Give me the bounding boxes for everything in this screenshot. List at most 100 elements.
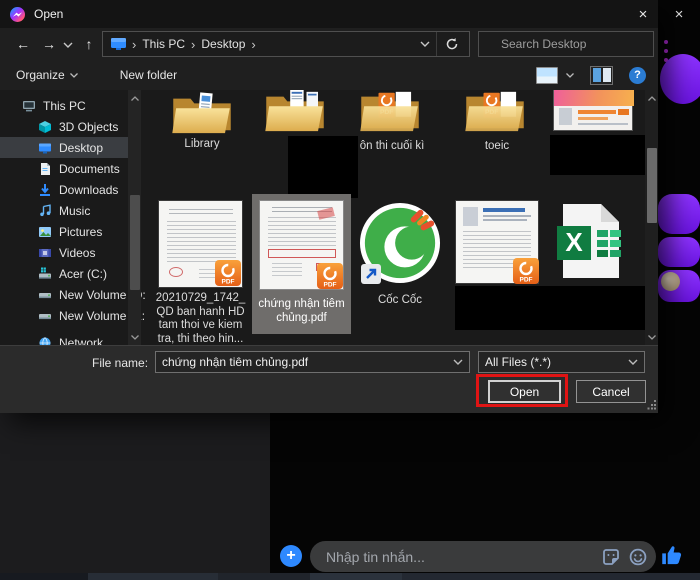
file-name-input[interactable]	[156, 355, 453, 369]
background-bubble	[658, 237, 700, 267]
organize-button[interactable]: Organize	[16, 68, 78, 82]
file-tile-library[interactable]	[170, 90, 234, 136]
messenger-icon	[10, 7, 25, 22]
taskbar-strip	[0, 573, 700, 580]
file-tile-toeic[interactable]: PDF	[463, 90, 527, 134]
drive-icon	[38, 309, 52, 323]
file-type-value: All Files (*.*)	[479, 355, 628, 369]
breadcrumb-desktop[interactable]: Desktop	[201, 37, 245, 51]
sidebar-item-new-volume-d[interactable]: New Volume (D:)	[0, 284, 128, 305]
card-bar	[578, 110, 616, 114]
download-icon	[38, 183, 52, 197]
scroll-down-icon[interactable]	[128, 331, 141, 343]
cancel-button[interactable]: Cancel	[576, 380, 646, 403]
card-line	[578, 123, 628, 125]
file-type-select[interactable]: All Files (*.*)	[478, 351, 645, 373]
chevron-down-icon[interactable]	[453, 359, 463, 365]
desktop-icon	[38, 141, 52, 155]
sticker-icon[interactable]	[602, 548, 620, 566]
sidebar-scrollbar[interactable]	[128, 90, 141, 345]
breadcrumb-this-pc[interactable]: This PC	[142, 37, 185, 51]
file-name-label: File name:	[92, 356, 148, 370]
forward-button[interactable]: →	[38, 31, 60, 57]
folder-icon	[170, 90, 234, 136]
back-button[interactable]: ←	[12, 31, 34, 57]
file-label: ôn thi cuối kì	[342, 140, 442, 154]
scrollbar-thumb[interactable]	[130, 195, 140, 290]
document-icon	[38, 162, 52, 176]
card-bar	[618, 109, 629, 115]
sidebar-item-acer-c[interactable]: Acer (C:)	[0, 263, 128, 284]
file-label: chứng nhận tiêm chủng.pdf	[254, 298, 349, 325]
file-name-field[interactable]	[155, 351, 470, 373]
network-icon	[38, 336, 52, 346]
svg-text:PDF: PDF	[324, 282, 337, 289]
cv-name	[483, 208, 525, 212]
search-input[interactable]	[499, 36, 658, 52]
svg-text:PDF: PDF	[520, 277, 533, 284]
breadcrumb-dropdown-icon[interactable]	[420, 41, 430, 47]
scroll-up-icon[interactable]	[128, 92, 141, 104]
divider	[436, 32, 437, 56]
scrollbar-thumb[interactable]	[647, 148, 657, 223]
sidebar-item-pictures[interactable]: Pictures	[0, 221, 128, 242]
censored-label-region	[550, 135, 645, 175]
scroll-up-icon[interactable]	[645, 92, 658, 104]
file-tile-excel[interactable]: X	[557, 202, 625, 280]
cv-line	[483, 219, 527, 221]
scroll-down-icon[interactable]	[645, 331, 658, 343]
sidebar-item-3d-objects[interactable]: 3D Objects	[0, 116, 128, 137]
up-button[interactable]: ↑	[78, 31, 100, 57]
help-button[interactable]: ?	[629, 67, 646, 84]
thumbnail-view-icon[interactable]	[536, 67, 558, 84]
refresh-icon[interactable]	[445, 37, 459, 51]
preview-pane-icon[interactable]	[590, 66, 613, 85]
message-input[interactable]	[310, 549, 602, 565]
svg-text:X: X	[565, 227, 583, 257]
file-tile-toeic-card[interactable]	[553, 90, 633, 131]
file-tile-censored[interactable]	[263, 90, 327, 134]
breadcrumb-separator: ›	[132, 37, 136, 52]
dialog-close-button[interactable]: ×	[628, 0, 658, 28]
file-tile-on-thi[interactable]: PDF	[358, 90, 422, 134]
file-tile-selected[interactable]: PDF chứng nhận tiêm chủng.pdf	[252, 194, 351, 334]
dialog-titlebar: Open	[0, 0, 658, 28]
svg-text:PDF: PDF	[222, 279, 235, 286]
view-dropdown-icon[interactable]	[566, 73, 574, 78]
pc-icon	[111, 38, 126, 50]
messenger-left-panel	[0, 405, 270, 575]
file-area-scrollbar[interactable]	[645, 90, 658, 345]
sidebar-item-music[interactable]: Music	[0, 200, 128, 221]
file-label: Library	[152, 138, 252, 152]
sidebar-item-this-pc[interactable]: This PC	[0, 95, 128, 116]
thumbs-up-icon[interactable]	[659, 542, 685, 569]
resize-grip-icon[interactable]	[646, 399, 657, 410]
open-button[interactable]: Open	[488, 380, 561, 403]
folder-pdf-icon: PDF	[358, 90, 422, 134]
sidebar-item-documents[interactable]: Documents	[0, 158, 128, 179]
search-box[interactable]	[478, 31, 654, 57]
new-folder-button[interactable]: New folder	[120, 68, 177, 82]
background-close-icon[interactable]: ×	[666, 2, 692, 26]
background-bubble	[658, 194, 700, 234]
breadcrumb[interactable]: › This PC › Desktop ›	[102, 31, 470, 57]
attach-plus-button[interactable]: +	[280, 545, 302, 567]
chevron-down-icon	[70, 73, 78, 78]
dialog-title: Open	[34, 7, 63, 21]
chevron-down-icon[interactable]	[628, 359, 638, 365]
message-input-pill[interactable]	[310, 541, 656, 572]
drive-icon	[38, 288, 52, 302]
file-label: 20210729_1742_ QD ban hanh HD tam thoi v…	[149, 292, 252, 345]
sidebar-item-new-volume-e[interactable]: New Volume (E:)	[0, 305, 128, 326]
sidebar-item-desktop[interactable]: Desktop	[0, 137, 128, 158]
foxit-pdf-badge-icon: PDF	[513, 258, 539, 284]
sidebar-item-network[interactable]: Network	[0, 332, 128, 345]
recent-locations-chevron-icon[interactable]	[63, 42, 73, 48]
card-bar	[578, 117, 608, 120]
dialog-toolbar: Organize New folder ?	[0, 60, 658, 90]
emoji-icon[interactable]	[629, 548, 647, 566]
sidebar-item-downloads[interactable]: Downloads	[0, 179, 128, 200]
background-bubble	[660, 54, 700, 104]
cv-line	[483, 215, 531, 217]
sidebar-item-videos[interactable]: Videos	[0, 242, 128, 263]
